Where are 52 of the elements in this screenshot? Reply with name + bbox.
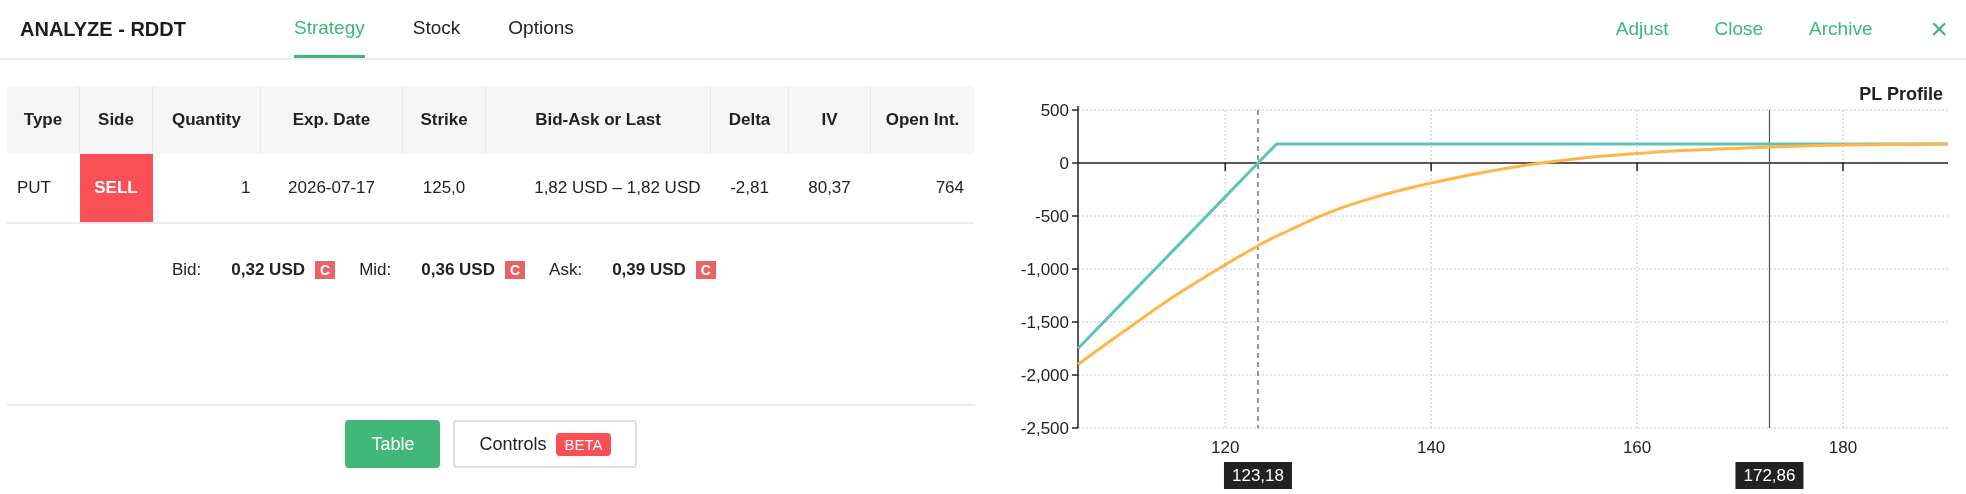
axis-tick-label: 120 bbox=[1211, 438, 1240, 457]
quote-value: 0,36 USD bbox=[421, 260, 495, 280]
column-header: Exp. Date bbox=[260, 86, 403, 154]
beta-badge: BETA bbox=[556, 432, 611, 456]
quote-label: Ask: bbox=[549, 260, 583, 280]
axis-tick-label: 160 bbox=[1622, 438, 1652, 457]
quote-label: Bid: bbox=[172, 260, 202, 280]
table-cell: 1,82 USD – 1,82 USD bbox=[485, 154, 711, 223]
quote-value: 0,32 USD bbox=[231, 260, 305, 280]
table-cell: 1 bbox=[152, 154, 261, 223]
axis-tick-label: 180 bbox=[1828, 438, 1858, 457]
side-tag: SELL bbox=[79, 154, 153, 223]
marker-label: 123,18 bbox=[1223, 462, 1292, 489]
table-cell: -2,81 bbox=[710, 154, 789, 223]
tab[interactable]: Options bbox=[508, 0, 574, 58]
axis-tick-label: -1,000 bbox=[1020, 260, 1069, 279]
tab[interactable]: Stock bbox=[412, 0, 461, 58]
column-header: Bid-Ask or Last bbox=[485, 86, 711, 154]
column-header: Strike bbox=[402, 86, 486, 154]
quote-badge: C bbox=[504, 261, 526, 279]
table-cell: 125,0 bbox=[402, 154, 486, 223]
table-cell: 764 bbox=[870, 154, 974, 223]
table-cell: 2026-07-17 bbox=[260, 154, 403, 223]
axis-tick-label: 140 bbox=[1416, 438, 1446, 457]
action-link[interactable]: Archive bbox=[1809, 18, 1873, 40]
column-header: Type bbox=[7, 86, 80, 154]
axis-tick-label: -1,500 bbox=[1020, 313, 1069, 332]
quote-badge: C bbox=[695, 261, 716, 279]
ref-line-label: 172,86 bbox=[1743, 466, 1796, 485]
quote-badge: C bbox=[315, 261, 336, 279]
tab[interactable]: Strategy bbox=[294, 0, 365, 58]
action-link[interactable]: Adjust bbox=[1615, 18, 1669, 40]
window-title: ANALYZE - RDDT bbox=[20, 17, 187, 41]
column-header: IV bbox=[788, 86, 871, 154]
quote-label: Mid: bbox=[359, 260, 392, 280]
axis-tick-label: 0 bbox=[1059, 154, 1069, 173]
column-header: Delta bbox=[710, 86, 789, 154]
view-button[interactable]: Table bbox=[345, 420, 441, 468]
table-cell: 80,37 bbox=[788, 154, 871, 223]
chart-title: PL Profile bbox=[1859, 84, 1943, 104]
marker-label: 172,86 bbox=[1735, 462, 1804, 489]
axis-tick-label: -2,000 bbox=[1020, 366, 1069, 385]
close-button[interactable]: × bbox=[1930, 14, 1948, 44]
column-header: Open Int. bbox=[870, 86, 974, 154]
axis-tick-label: -2,500 bbox=[1020, 419, 1069, 438]
ref-line-label: 123,18 bbox=[1231, 466, 1284, 485]
quote-value: 0,39 USD bbox=[612, 260, 686, 280]
view-button[interactable]: Controls BETA bbox=[453, 420, 637, 468]
action-link[interactable]: Close bbox=[1714, 18, 1764, 40]
column-header: Quantity bbox=[152, 86, 261, 154]
axis-tick-label: 500 bbox=[1040, 101, 1069, 120]
axis-tick-label: -500 bbox=[1034, 207, 1069, 226]
